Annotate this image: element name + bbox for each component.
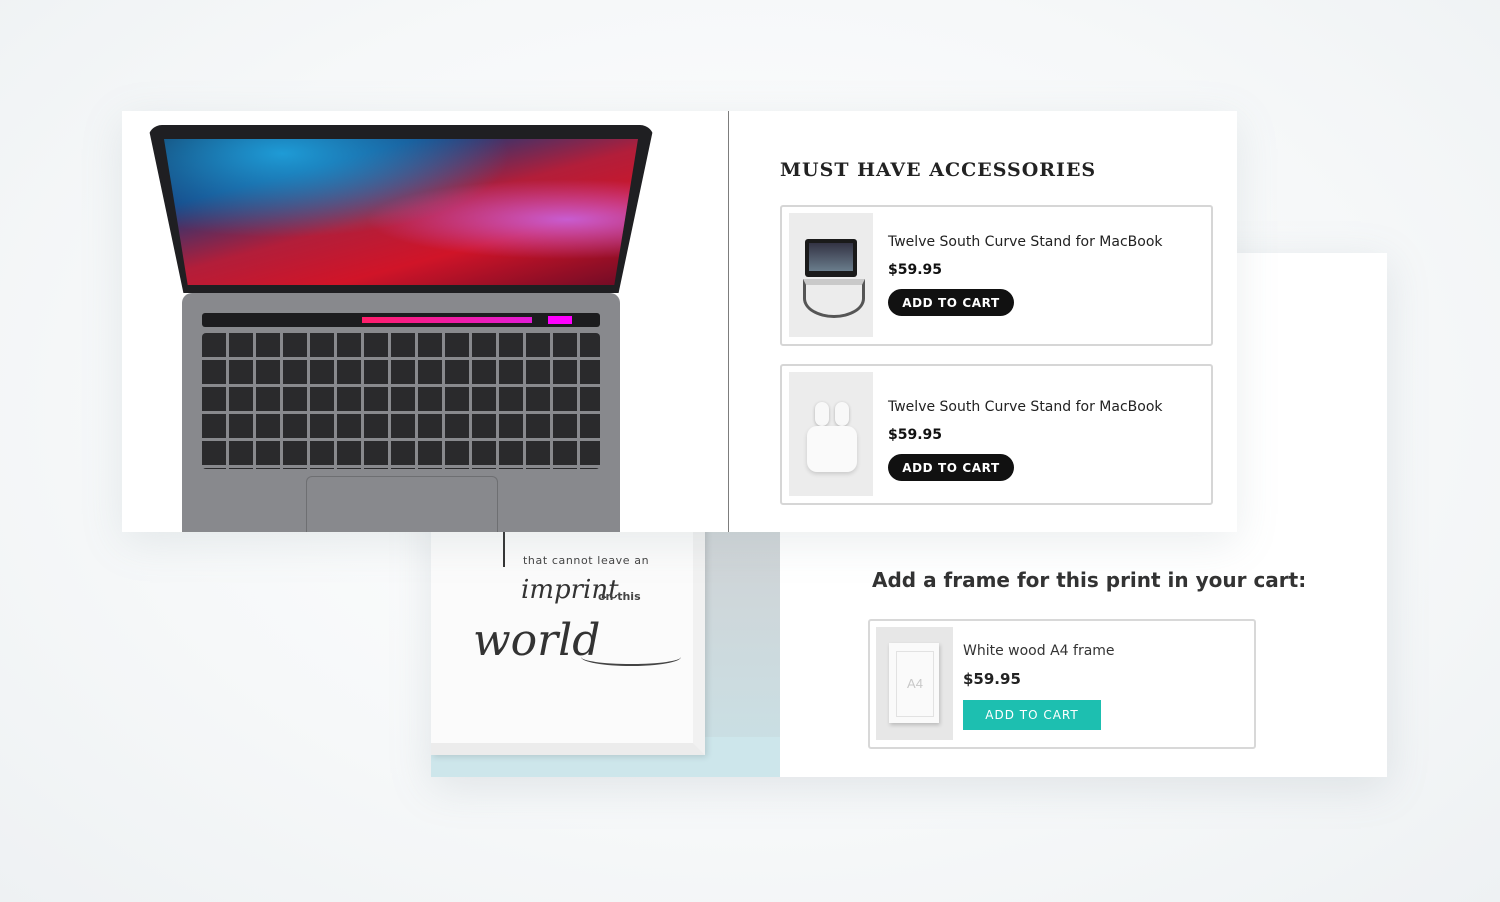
keyboard xyxy=(202,333,600,469)
accessory-item: Twelve South Curve Stand for MacBook $59… xyxy=(780,205,1213,346)
frame-add-to-cart-button[interactable]: ADD TO CART xyxy=(963,700,1101,730)
frame-product-price: $59.95 xyxy=(963,670,1021,688)
add-to-cart-button[interactable]: ADD TO CART xyxy=(888,289,1014,316)
vertical-divider xyxy=(728,111,729,532)
airpod-left-icon xyxy=(815,402,829,426)
accessory-item: Twelve South Curve Stand for MacBook $59… xyxy=(780,364,1213,505)
accessory-price: $59.95 xyxy=(888,427,943,443)
airpod-right-icon xyxy=(835,402,849,426)
calligraphy-swash xyxy=(581,648,681,666)
touch-bar xyxy=(202,313,600,327)
trackpad xyxy=(306,476,498,532)
accessories-card: MUST HAVE ACCESSORIES Twelve South Curve… xyxy=(122,111,1237,532)
frame-upsell-title: Add a frame for this print in your cart: xyxy=(872,568,1307,592)
touch-bar-slider xyxy=(362,317,532,323)
accessories-title: MUST HAVE ACCESSORIES xyxy=(780,159,1097,181)
accessory-name[interactable]: Twelve South Curve Stand for MacBook xyxy=(888,234,1163,250)
print-text-line: that cannot leave an xyxy=(523,554,650,567)
frame-thumb-label: A4 xyxy=(896,651,934,717)
mini-laptop-icon xyxy=(805,239,857,277)
touch-bar-swatch xyxy=(548,316,572,324)
stand-icon xyxy=(803,279,865,318)
print-text-onthis: on this xyxy=(598,590,641,603)
frame-outer: A4 xyxy=(889,643,939,723)
accessory-name[interactable]: Twelve South Curve Stand for MacBook xyxy=(888,399,1163,415)
accessory-price: $59.95 xyxy=(888,262,943,278)
laptop-stand-thumbnail[interactable] xyxy=(789,213,873,337)
laptop-base xyxy=(182,293,620,532)
add-to-cart-button[interactable]: ADD TO CART xyxy=(888,454,1014,481)
frame-product-name[interactable]: White wood A4 frame xyxy=(963,643,1115,659)
laptop-screen xyxy=(164,139,638,285)
airpods-case-icon xyxy=(807,426,857,472)
frame-thumbnail[interactable]: A4 xyxy=(876,627,953,740)
macbook-illustration xyxy=(148,125,656,532)
frame-product-card: A4 White wood A4 frame $59.95 ADD TO CAR… xyxy=(868,619,1256,749)
airpods-thumbnail[interactable] xyxy=(789,372,873,496)
